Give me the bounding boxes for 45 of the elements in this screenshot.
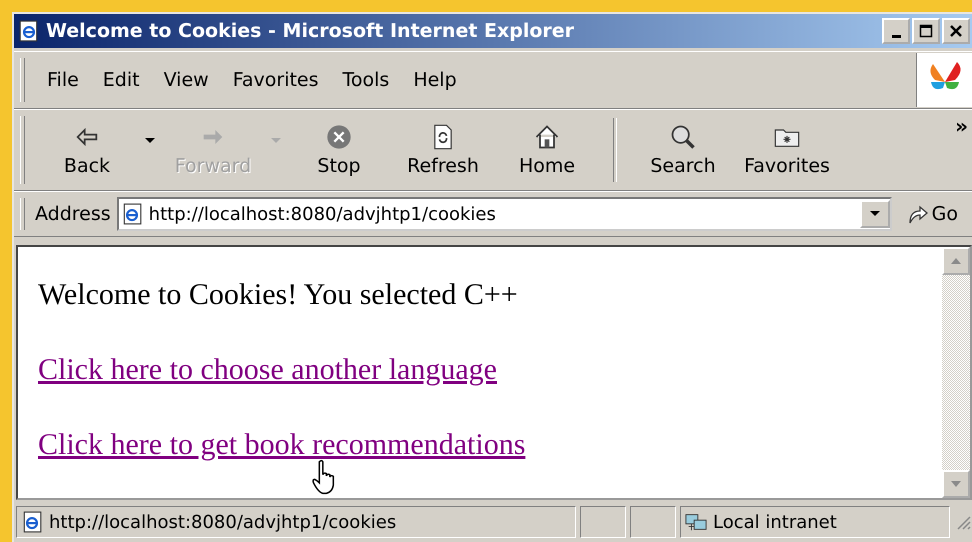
toolbar-button[interactable]: Home (495, 114, 599, 186)
toolbar-button[interactable]: Back (35, 114, 139, 186)
scroll-up-button[interactable] (942, 247, 970, 275)
toolbar-button[interactable]: Search (631, 114, 735, 186)
menu-item[interactable]: Favorites (220, 69, 331, 91)
toolbar-button[interactable]: Stop (287, 114, 391, 186)
status-panel (630, 506, 676, 538)
minimize-button[interactable] (882, 18, 910, 44)
more-chevron[interactable]: » (955, 114, 968, 138)
link[interactable]: Click here to get book recommendations (38, 428, 526, 461)
status-zone-panel: Local intranet (680, 506, 950, 538)
scrollbar[interactable] (942, 247, 970, 498)
close-icon (949, 24, 963, 38)
home-icon (533, 123, 561, 151)
menu-item[interactable]: Help (401, 69, 469, 91)
minimize-icon (892, 34, 900, 38)
window-title: Welcome to Cookies - Microsoft Internet Explorer (46, 20, 576, 42)
scroll-down-button[interactable] (942, 470, 970, 498)
computer-network-icon (685, 511, 707, 533)
menu-item[interactable]: Tools (330, 69, 402, 91)
stop-icon (325, 123, 353, 151)
welcome-text: Welcome to Cookies! You selected C++ (38, 277, 519, 312)
dropdown-button[interactable] (860, 200, 890, 228)
link[interactable]: Click here to choose another language (38, 353, 497, 386)
close-button[interactable] (942, 18, 970, 44)
caret-icon (271, 138, 281, 144)
toolbar-button[interactable]: Refresh (391, 114, 495, 186)
search-icon (669, 123, 697, 151)
page-icon (18, 20, 40, 42)
go-button[interactable]: Go (892, 203, 972, 225)
up-arrow-icon (951, 258, 961, 264)
toolbar-button[interactable]: Favorites (735, 114, 839, 186)
status-panel (580, 506, 626, 538)
menu-item[interactable]: Edit (90, 69, 152, 91)
caret-icon (145, 138, 155, 144)
page-icon (21, 511, 43, 533)
down-arrow-icon (951, 481, 961, 487)
maximize-button[interactable] (912, 18, 940, 44)
address-label: Address (35, 203, 111, 225)
maximize-icon (919, 24, 933, 38)
menu-item[interactable]: View (152, 69, 221, 91)
address-field[interactable]: http://localhost:8080/advjhtp1/cookies (116, 197, 892, 231)
caret-icon (870, 211, 880, 217)
status-url-panel: http://localhost:8080/advjhtp1/cookies (16, 506, 576, 538)
menu-item[interactable]: File (35, 69, 91, 91)
